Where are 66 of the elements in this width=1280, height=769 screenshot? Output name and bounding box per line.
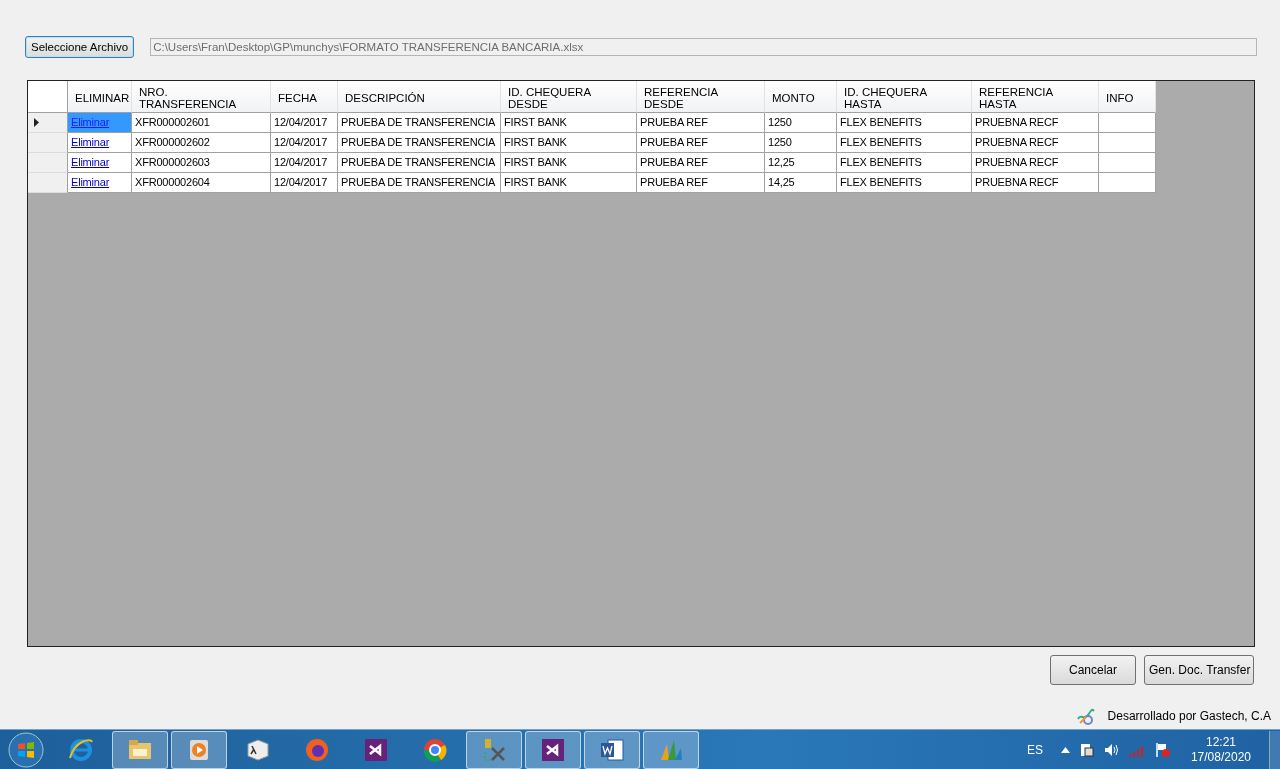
column-header[interactable]: ELIMINAR (68, 81, 132, 113)
table-cell: PRUEBNA RECF (972, 113, 1099, 133)
table-cell: PRUEBA DE TRANSFERENCIA (338, 113, 501, 133)
start-button[interactable] (7, 731, 45, 769)
table-cell: FLEX BENEFITS (837, 133, 972, 153)
taskbar-button[interactable] (584, 731, 640, 769)
table-cell: PRUEBA REF (637, 133, 765, 153)
infinity-logo-icon (362, 736, 390, 764)
table-cell: PRUEBNA RECF (972, 133, 1099, 153)
table-cell: XFR000002601 (132, 113, 271, 133)
table-cell: PRUEBA REF (637, 113, 765, 133)
cancel-button[interactable]: Cancelar (1050, 655, 1136, 685)
language-indicator[interactable]: ES (1026, 743, 1043, 757)
table-cell: PRUEBA DE TRANSFERENCIA (338, 133, 501, 153)
flag-error-icon[interactable] (1154, 742, 1171, 758)
table-cell: 12/04/2017 (271, 133, 338, 153)
fox-browser-icon (303, 736, 331, 764)
clock-date[interactable]: 17/08/2020 (1190, 750, 1251, 765)
table-cell: FIRST BANK (501, 113, 637, 133)
table-cell: PRUEBA REF (637, 153, 765, 173)
table-cell: PRUEBNA RECF (972, 173, 1099, 193)
table-cell: 1250 (765, 133, 837, 153)
table-cell: FLEX BENEFITS (837, 113, 972, 133)
table-cell: XFR000002602 (132, 133, 271, 153)
credit-text: Desarrollado por Gastech, C.A (1107, 709, 1271, 723)
table-cell: PRUEBNA RECF (972, 153, 1099, 173)
show-hidden-icons-icon[interactable] (1060, 747, 1070, 753)
column-header[interactable]: DESCRIPCIÓN (338, 81, 501, 113)
table-cell: FIRST BANK (501, 173, 637, 193)
row-header[interactable] (28, 113, 68, 133)
table-cell: FIRST BANK (501, 133, 637, 153)
column-header[interactable]: INFO (1099, 81, 1156, 113)
column-header[interactable]: ID. CHEQUERA DESDE (501, 81, 637, 113)
table-cell: XFR000002603 (132, 153, 271, 173)
column-header[interactable]: REFERENCIA HASTA (972, 81, 1099, 113)
table-cell: 12/04/2017 (271, 173, 338, 193)
column-header[interactable]: ID. CHEQUERA HASTA (837, 81, 972, 113)
company-logo-icon (1075, 707, 1096, 725)
infinity-logo-icon (539, 736, 567, 764)
table-cell: 12,25 (765, 153, 837, 173)
table-cell: 14,25 (765, 173, 837, 193)
column-header[interactable]: MONTO (765, 81, 837, 113)
taskbar-button[interactable] (525, 731, 581, 769)
clock-time[interactable]: 12:21 (1205, 735, 1236, 750)
table-cell: 12/04/2017 (271, 153, 338, 173)
table-cell: PRUEBA DE TRANSFERENCIA (338, 153, 501, 173)
table-cell: 12/04/2017 (271, 113, 338, 133)
table-cell: 1250 (765, 113, 837, 133)
table-cell: PRUEBA DE TRANSFERENCIA (338, 173, 501, 193)
table-cell: XFR000002604 (132, 173, 271, 193)
table-cell: FLEX BENEFITS (837, 153, 972, 173)
browser-e-icon (67, 736, 95, 764)
round-browser-icon (421, 736, 449, 764)
column-header[interactable]: NRO. TRANSFERENCIA (132, 81, 271, 113)
column-header[interactable]: REFERENCIA DESDE (637, 81, 765, 113)
table-cell: FLEX BENEFITS (837, 173, 972, 193)
table-cell: FIRST BANK (501, 153, 637, 173)
column-header[interactable]: FECHA (271, 81, 338, 113)
file-path-field[interactable]: C:\Users\Fran\Desktop\GP\munchys\FORMATO TRANSFERENCIA BANCARIA.xlsx (150, 37, 1257, 56)
document-w-icon (598, 736, 626, 764)
select-file-button[interactable]: Seleccione Archivo (25, 35, 135, 58)
taskbar-button[interactable] (466, 731, 522, 769)
speaker-icon[interactable] (1103, 743, 1119, 757)
current-row-icon (34, 118, 39, 127)
generate-button[interactable]: Gen. Doc. Transfer (1144, 655, 1254, 685)
table-cell: PRUEBA REF (637, 173, 765, 193)
